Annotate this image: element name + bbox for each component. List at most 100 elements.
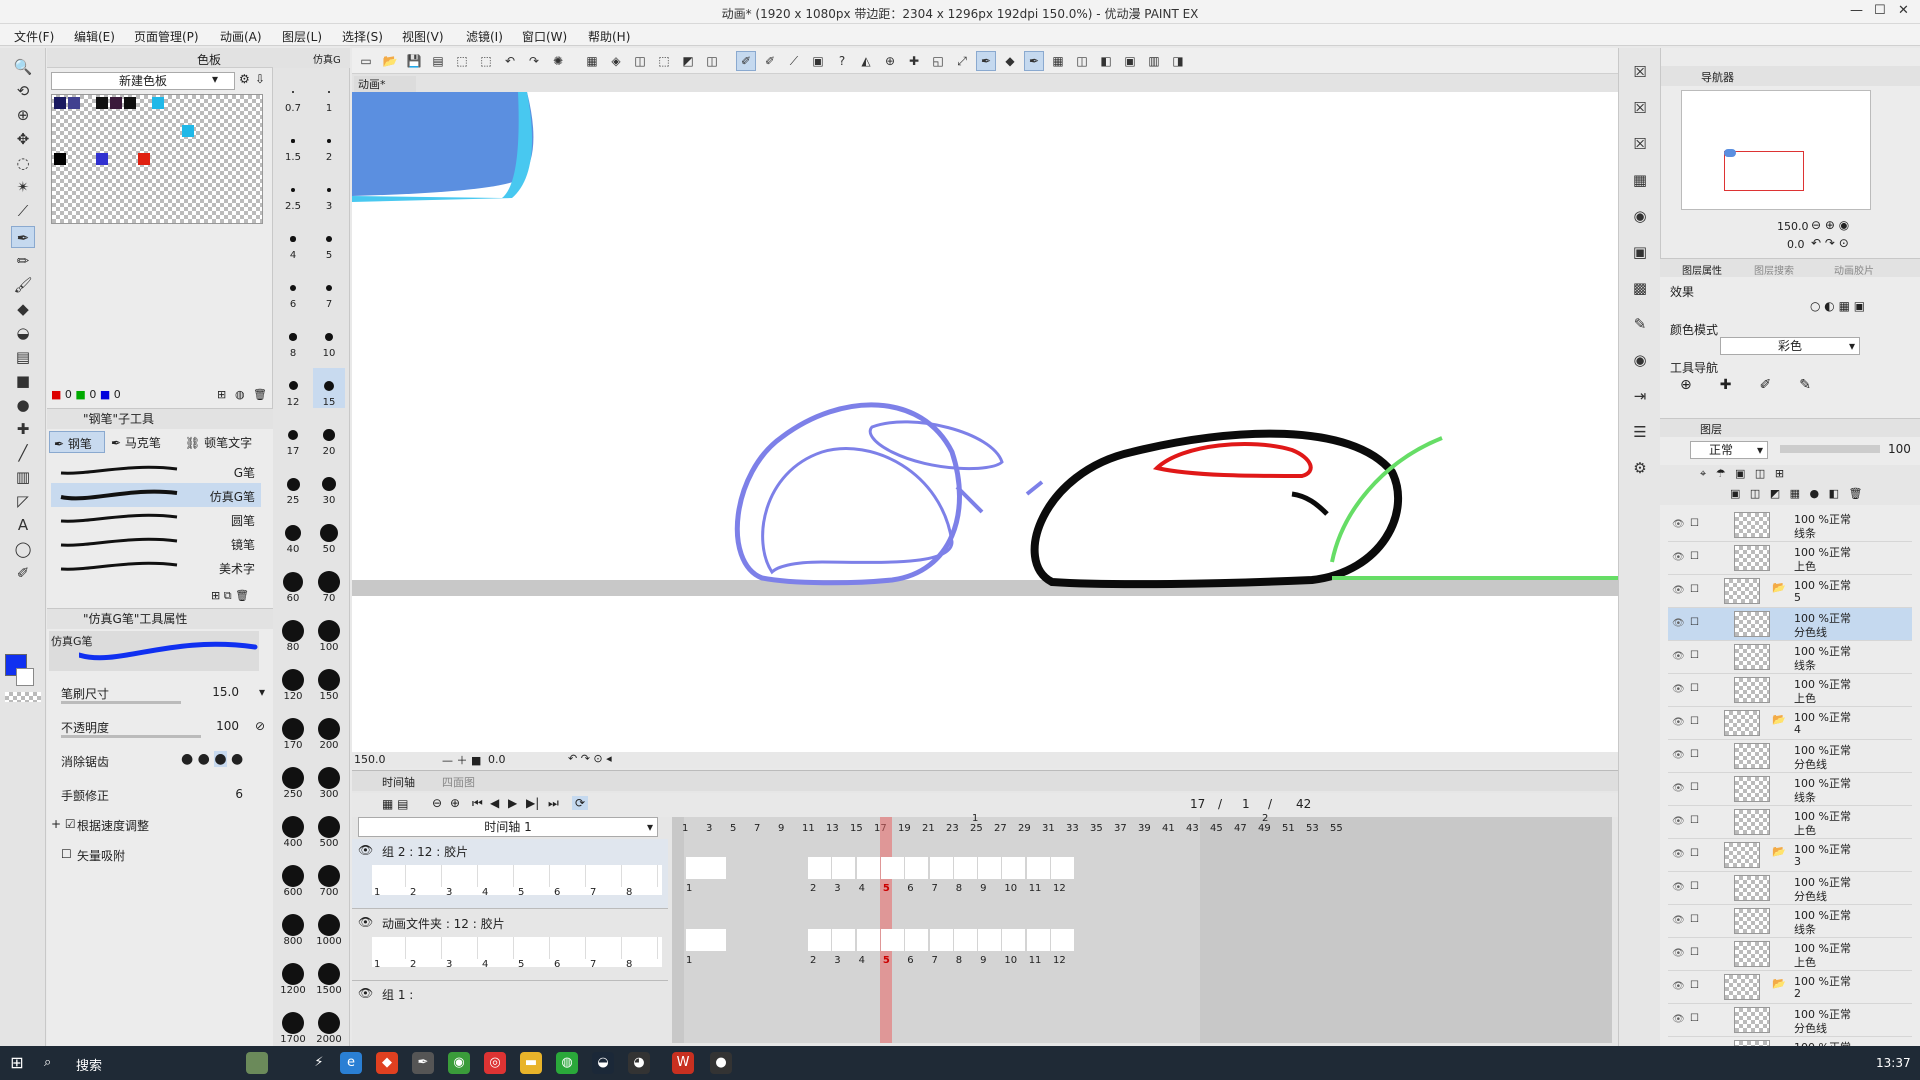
tab-lettering[interactable]: ⛓ 顿笔文字 [181,431,269,453]
layer-row[interactable]: 👁 ☐ 100 %正常 线条 [1668,509,1912,542]
cel-frame[interactable] [880,857,904,879]
layer-folder-row[interactable]: 👁 ☐ 📂 100 %正常 4 [1668,707,1912,740]
cel-frame[interactable] [905,857,929,879]
settings-icon[interactable]: ⚙ [1626,454,1654,482]
eye-icon[interactable]: 👁 [1672,651,1685,662]
text-icon[interactable]: A [11,514,35,536]
zoom-in-icon[interactable]: ⊕ [450,796,460,810]
track-animation-folder[interactable]: 👁 动画文件夹 : 12 : 胶片 12345678 [352,911,668,981]
canvas[interactable] [352,92,1618,752]
cel-frame[interactable] [929,929,953,951]
color-set-name[interactable]: 新建色板 [119,74,167,88]
brush-size-row[interactable]: 笔刷尺寸 15.0 ▾ [51,681,269,707]
swatch[interactable] [110,97,122,109]
brush-size-preset[interactable]: 600 [277,858,309,898]
eye-icon[interactable]: 👁 [1672,981,1685,992]
color-set-grid[interactable] [51,94,263,224]
menu-item[interactable]: 页面管理(P) [134,28,199,45]
layer-row[interactable]: 👁 ☐ 100 %正常 分色线 [1668,1004,1912,1037]
toolbar-button[interactable]: 📂 [380,51,400,71]
toolbar-button[interactable]: ▦ [582,51,602,71]
zoom-out-icon[interactable]: ⊖ [432,796,442,810]
brush-size-preset[interactable]: 2.5 [277,172,309,212]
swatch[interactable] [152,97,164,109]
brush-size-preset[interactable]: 700 [313,858,345,898]
layer-row[interactable]: 👁 ☐ 100 %正常 分色线 [1668,608,1912,641]
speed-adjust-row[interactable]: + ☑ 根据速度调整 [51,813,269,839]
toolbar-button[interactable]: ✚ [904,51,924,71]
app-icon[interactable]: ◎ [484,1052,506,1074]
layer-folder-row[interactable]: 👁 ☐ 📂 100 %正常 3 [1668,839,1912,872]
lasso-icon[interactable]: ◌ [11,152,35,174]
ruler-icon[interactable]: ✚ [11,418,35,440]
start-frame[interactable]: 1 [1242,797,1250,811]
toolbar-button[interactable]: ◫ [702,51,722,71]
search-icon[interactable]: ⌕ [44,1055,51,1070]
cel-frame[interactable] [1002,929,1026,951]
cel-frame[interactable] [953,929,977,951]
move-icon[interactable]: ⟲ [11,80,35,102]
eyedropper-icon[interactable]: ⟋ [11,200,35,222]
toolbar-button[interactable]: ⬚ [476,51,496,71]
cel-frame[interactable] [832,857,856,879]
menu-item[interactable]: 视图(V) [402,28,444,45]
navigator-angle[interactable]: 0.0 [1787,238,1805,251]
cel-frame[interactable] [905,929,929,951]
pencil-icon[interactable]: ✏ [11,250,35,272]
brush-size-preset[interactable]: 250 [277,760,309,800]
grid-icon[interactable]: ▦ [1626,166,1654,194]
navigator-tab[interactable]: 导航器 [1701,69,1734,85]
prev-frame-icon[interactable]: ◀ [490,796,499,810]
maximize-icon[interactable]: ☐ [1874,3,1886,18]
import-icon[interactable]: ⇩ [255,72,265,86]
frame-grid[interactable]: 1357911131517192123252729313335373941434… [672,813,1612,1043]
folder-icon[interactable]: ▬ [520,1052,542,1074]
track-group2[interactable]: 👁 组 2 : 12 : 胶片 12345678 [352,839,668,909]
cel-frame[interactable] [1026,857,1050,879]
brush-size-preset[interactable]: 15 [313,368,345,408]
camera-icon[interactable]: ◉ [1626,202,1654,230]
toolbar-button[interactable]: ▥ [1144,51,1164,71]
swatch[interactable] [96,97,108,109]
toolbar-button[interactable]: ◧ [1096,51,1116,71]
tab-pen[interactable]: ✒ 钢笔 [49,431,105,453]
brush-size-preset[interactable]: 1 [313,74,345,114]
cel-frame[interactable] [978,857,1002,879]
swatch[interactable] [54,97,66,109]
correct-line-icon[interactable]: ◸ [11,490,35,512]
page-icon[interactable]: ▣ [1626,238,1654,266]
brush-size-preset[interactable]: 60 [277,564,309,604]
brush-size-preset[interactable]: 30 [313,466,345,506]
opacity-row[interactable]: 不透明度 100 ⊘ [51,715,269,741]
swatch[interactable] [54,153,66,165]
brush-size-preset[interactable]: 0.7 [277,74,309,114]
cel-frame[interactable] [929,857,953,879]
toolbar-button[interactable]: ✐ [736,51,756,71]
toolbar-button[interactable]: ▦ [1048,51,1068,71]
subtool-item[interactable]: 镜笔 [51,531,261,555]
brush-size-preset[interactable]: 6 [277,270,309,310]
navigator-zoom[interactable]: 150.0 [1777,220,1809,233]
widget-icon[interactable] [246,1052,268,1074]
loop-icon[interactable]: ⟳ [572,796,589,810]
toolbar-button[interactable]: ↶ [500,51,520,71]
canvas-zoom-value[interactable]: 150.0 [354,753,386,766]
brush-size-preset[interactable]: 8 [277,319,309,359]
navigator-preview[interactable] [1681,90,1871,210]
tab-timeline[interactable]: 时间轴 [382,774,415,790]
brush-size-preset[interactable]: 1000 [313,907,345,947]
subtool-item[interactable]: 美术字 [51,555,261,579]
timeline-selector[interactable]: 时间轴 1 ▾ [358,817,658,837]
menu-item[interactable]: 动画(A) [220,28,262,45]
brush-size-preset[interactable]: 400 [277,809,309,849]
brush-size-preset[interactable]: 4 [277,221,309,261]
toolbar-button[interactable]: ▤ [428,51,448,71]
magic-wand-icon[interactable]: ✴ [11,176,35,198]
toolbar-button[interactable]: ? [832,51,852,71]
cel-frame[interactable] [856,929,880,951]
subtool-item[interactable]: G笔 [51,459,261,483]
transparent-color-swatch[interactable] [5,692,41,702]
brush-size-preset[interactable]: 100 [313,613,345,653]
eye-icon[interactable]: 👁 [1672,849,1685,860]
export-icon[interactable]: ⇥ [1626,382,1654,410]
